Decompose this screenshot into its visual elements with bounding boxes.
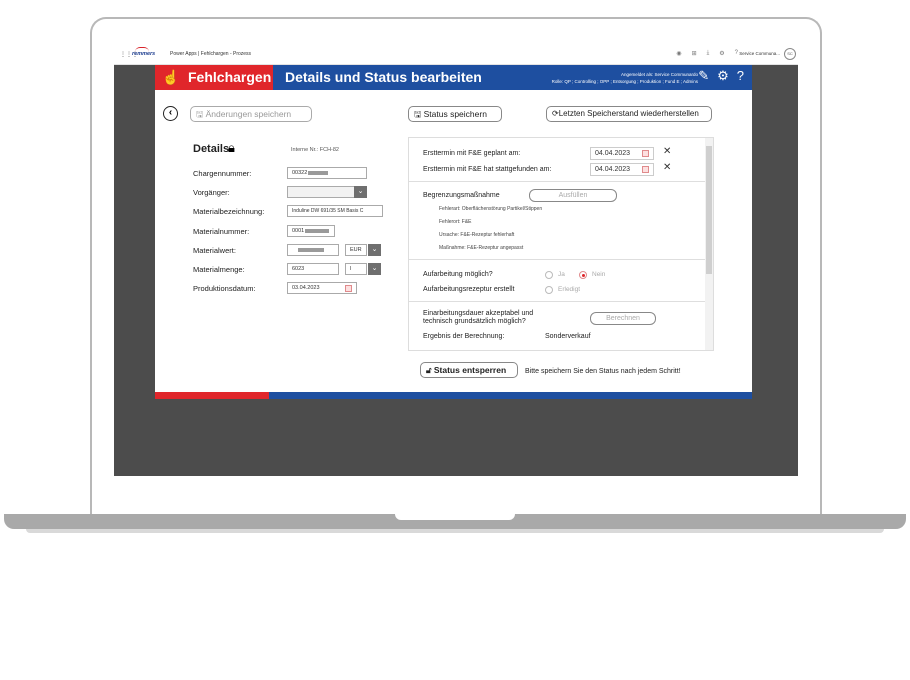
section-begrenzung: Begrenzungsmaßnahme Ausfüllen Fehlerart:… [409,182,705,260]
berechnen-button[interactable]: Berechnen [590,312,656,325]
field-label: Chargennummer: [193,169,252,178]
edit-icon[interactable]: ✎ [698,68,709,84]
section-aufarbeitung: Aufarbeitung möglich? Ja Nein Aufarbeitu… [409,260,705,302]
materialmenge-input[interactable]: 6023 [287,263,339,275]
environment-icon[interactable]: ⊞ [692,50,697,57]
app-name: Fehlchargen [188,69,272,85]
scrollbar-thumb[interactable] [706,146,712,274]
chevron-down-icon[interactable]: ⌄ [354,186,367,198]
details-heading: Details [193,143,230,155]
footer-bar-red [155,392,269,399]
currency-dropdown[interactable]: EUR [345,244,367,256]
app-title: Power Apps | Fehlchargen - Prozess [170,51,252,57]
app-header-brand: ☝ Fehlchargen [155,65,273,90]
ergebnis-value: Sonderverkauf [545,333,591,340]
unlock-status-button[interactable]: 🔓︎ Status entsperren [420,362,518,378]
save-hint: Bitte speichern Sie den Status nach jede… [525,368,681,375]
help-icon[interactable]: ? [735,50,738,57]
user-name[interactable]: Service Communa... [739,51,780,56]
avatar[interactable]: SC [784,48,796,60]
materialbezeichnung-input[interactable]: Induline DW 691/35 SM Basis C [287,205,383,217]
chevron-down-icon[interactable]: ⌄ [368,263,381,275]
internal-number: Interne Nr.: FCH-82 [291,147,339,153]
unit-dropdown[interactable]: l [345,263,367,275]
app-header: Details und Status bearbeiten Angemeldet… [273,65,752,90]
restore-button[interactable]: ⟳Letzten Speicherstand wiederherstellen [546,106,712,122]
help-icon[interactable]: ? [737,68,744,84]
scrollbar[interactable] [705,138,713,350]
produktionsdatum-input[interactable]: 03.04.2023 [287,282,357,294]
login-info: Angemeldet als: Service Communardo Rolle… [551,72,698,84]
field-label: Materialmenge: [193,265,245,274]
laptop-base-shadow [26,529,884,533]
chargennummer-input[interactable]: 00322 [287,167,367,179]
page-title: Details und Status bearbeiten [285,69,482,85]
field-label: Vorgänger: [193,188,230,197]
field-label: Materialnummer: [193,227,250,236]
calendar-icon[interactable] [642,150,649,157]
footer-bar-blue [269,392,752,399]
clear-icon[interactable]: ✕ [663,146,671,157]
back-button[interactable]: ‹ [163,106,178,121]
clear-icon[interactable]: ✕ [663,162,671,173]
laptop-notch [395,514,515,520]
save-changes-button[interactable]: 🖫 Änderungen speichern [190,106,312,122]
field-label: Materialbezeichnung: [193,207,265,216]
checkbox-erledigt[interactable] [545,286,553,294]
section-dauer: Einarbeitungsdauer akzeptabel und techni… [409,302,705,350]
notification-icon[interactable]: ◉ [676,50,681,57]
brand-logo: remmers [132,47,156,57]
download-icon[interactable]: ⤓ [707,50,710,57]
settings-icon[interactable]: ⚙ [719,50,724,57]
status-panel: Ersttermin mit F&E geplant am: 04.04.202… [408,137,714,351]
app-canvas: ☝ Fehlchargen Details und Status bearbei… [155,65,752,399]
field-label: Produktionsdatum: [193,284,256,293]
section-ersttermin: Ersttermin mit F&E geplant am: 04.04.202… [409,138,705,182]
materialwert-input[interactable] [287,244,339,256]
hand-icon: ☝ [162,69,180,85]
ausfuellen-button[interactable]: Ausfüllen [529,189,617,202]
materialnummer-input[interactable]: 0001 [287,225,335,237]
settings-icon[interactable]: ⚙ [717,68,729,84]
calendar-icon[interactable] [345,285,352,292]
powerapps-topbar: ⋮⋮⋮ remmers Power Apps | Fehlchargen - P… [114,43,798,65]
radio-ja[interactable] [545,271,553,279]
save-status-button[interactable]: 🖫 Status speichern [408,106,502,122]
field-label: Materialwert: [193,246,236,255]
chevron-down-icon[interactable]: ⌄ [368,244,381,256]
lock-icon: 🔒︎ [228,140,235,155]
radio-nein[interactable] [579,271,587,279]
erst-stattgefunden-date[interactable]: 04.04.2023 [590,163,654,176]
calendar-icon[interactable] [642,166,649,173]
erst-geplant-date[interactable]: 04.04.2023 [590,147,654,160]
laptop-screen: ⋮⋮⋮ remmers Power Apps | Fehlchargen - P… [114,43,798,476]
